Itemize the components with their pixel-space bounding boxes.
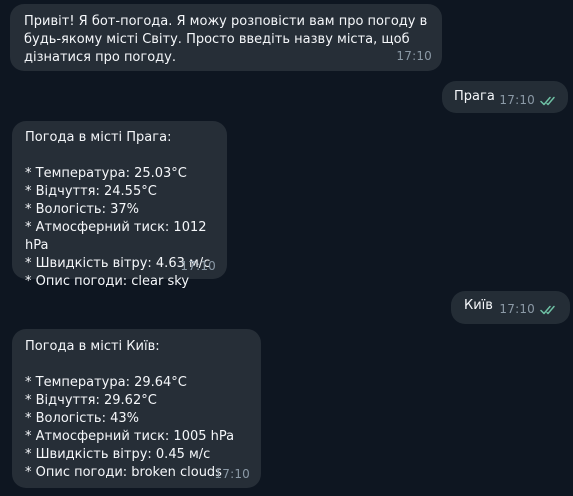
message-bubble-bot-greeting[interactable]: Привіт! Я бот-погода. Я можу розповісти … — [10, 4, 442, 71]
message-bubble-user-query-kyiv[interactable]: Київ 17:10 — [451, 291, 570, 324]
double-check-icon — [540, 96, 558, 106]
message-text: Погода в місті Київ: * Температура: 29.6… — [25, 339, 235, 480]
message-bubble-user-query-prague[interactable]: Прага 17:10 — [442, 81, 568, 113]
message-bubble-weather-prague[interactable]: Погода в місті Прага: * Температура: 25.… — [12, 121, 227, 289]
message-bubble-weather-kyiv[interactable]: Погода в місті Київ: * Температура: 29.6… — [12, 329, 261, 488]
message-time: 17:10 — [499, 302, 535, 316]
chat-window: { "messages": [ { "direction": "incoming… — [0, 0, 573, 496]
message-text: Привіт! Я бот-погода. Я можу розповісти … — [24, 14, 432, 65]
message-time: 17:10 — [499, 93, 535, 107]
message-time: 17:10 — [396, 49, 432, 63]
message-time: 17:10 — [180, 259, 216, 273]
double-check-icon — [540, 305, 558, 315]
message-time: 17:10 — [214, 467, 250, 481]
